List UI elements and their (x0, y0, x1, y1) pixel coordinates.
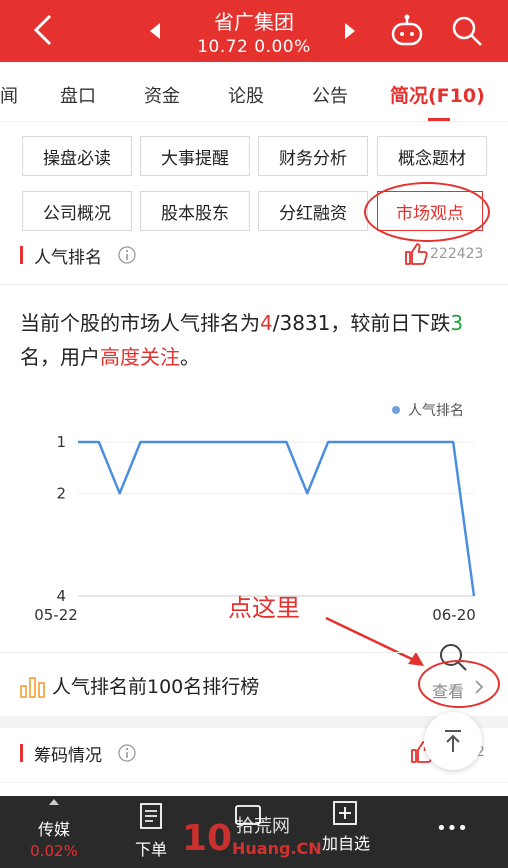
summary-attention: 高度关注 (100, 345, 180, 369)
btn-events[interactable]: 大事提醒 (140, 136, 250, 176)
tab-order-book[interactable]: 盘口 (60, 82, 96, 108)
tab-news[interactable]: 闻 (0, 82, 18, 108)
arrow-up-icon (445, 730, 461, 752)
active-tab-indicator (428, 118, 450, 121)
legend-dot (392, 406, 400, 414)
scroll-to-top-button[interactable] (424, 712, 482, 770)
order-icon (140, 803, 162, 829)
svg-text:拾荒网: 拾荒网 (236, 816, 290, 837)
highlight-circle-view (418, 660, 500, 708)
btn-financials[interactable]: 财务分析 (258, 136, 368, 176)
btn-trading-guide[interactable]: 操盘必读 (22, 136, 132, 176)
popularity-series-line (78, 440, 476, 597)
btn-shareholders[interactable]: 股本股东 (140, 191, 250, 231)
ranking-bars-icon (20, 677, 45, 698)
bottom-item-order[interactable]: 下单 (112, 796, 190, 868)
next-stock-icon[interactable] (343, 22, 357, 40)
popularity-summary: 当前个股的市场人气排名为4/3831，较前日下跌3 名，用户高度关注。 (20, 306, 480, 374)
info-icon[interactable] (118, 246, 136, 264)
stock-title: 省广集团 (214, 10, 294, 34)
summary-text: /3831，较前日下跌 (272, 311, 451, 335)
y-tick-label: 2 (56, 484, 66, 502)
tab-announcements[interactable]: 公告 (312, 82, 348, 108)
header: 省广集团 10.72 0.00% (0, 0, 508, 62)
chart-legend: 人气排名 (392, 400, 464, 420)
svg-text:Huang.CN: Huang.CN (232, 839, 322, 858)
summary-text: 名，用户 (20, 345, 100, 369)
popularity-title: 人气排名 (34, 248, 102, 268)
tab-discussion[interactable]: 论股 (228, 82, 264, 108)
btn-dividends[interactable]: 分红融资 (258, 191, 368, 231)
summary-rank: 4 (260, 311, 273, 335)
stock-quote: 10.72 0.00% (197, 37, 311, 57)
divider (0, 284, 508, 285)
caret-up-icon (49, 799, 59, 805)
sector-change: 0.02% (30, 842, 78, 860)
annotation-text: 点这里 (228, 594, 300, 622)
search-icon[interactable] (450, 14, 484, 48)
legend-label: 人气排名 (408, 403, 464, 419)
x-tick-label: 05-22 (34, 606, 78, 624)
robot-icon[interactable] (388, 14, 426, 48)
tab-bar: 闻 盘口 资金 论股 公告 简况(F10) (0, 62, 508, 122)
summary-text: 。 (180, 345, 200, 369)
divider (0, 652, 508, 653)
btn-company-profile[interactable]: 公司概况 (22, 191, 132, 231)
like-count: 222423 (430, 246, 484, 262)
like-icon[interactable] (404, 242, 428, 266)
btn-concepts[interactable]: 概念题材 (377, 136, 487, 176)
summary-text: 当前个股的市场人气排名为 (20, 311, 260, 335)
highlight-circle-market-view (364, 182, 490, 242)
bottom-item-sector[interactable]: 传媒 0.02% (14, 796, 94, 868)
y-tick-label: 1 (56, 433, 66, 451)
divider (0, 782, 508, 783)
section-accent-bar (20, 246, 23, 264)
sector-label: 传媒 (37, 820, 70, 839)
tab-funds[interactable]: 资金 (144, 82, 180, 108)
tab-f10[interactable]: 简况(F10) (390, 81, 485, 108)
watermark-logo: 10 拾荒网 Huang.CN (182, 816, 322, 859)
popularity-section-header: 人气排名 222423 (0, 234, 508, 278)
svg-text:10: 10 (182, 818, 232, 859)
section-accent-bar (20, 744, 23, 762)
x-tick-label: 06-20 (432, 606, 476, 624)
chips-title: 筹码情况 (34, 746, 102, 766)
order-label: 下单 (134, 840, 167, 859)
more-button[interactable]: ••• (424, 796, 480, 868)
y-tick-label: 4 (56, 587, 66, 605)
summary-change: 3 (450, 311, 464, 335)
more-icon: ••• (436, 818, 468, 839)
info-icon[interactable] (118, 744, 136, 762)
rank-list-label: 人气排名前100名排行榜 (52, 676, 260, 698)
